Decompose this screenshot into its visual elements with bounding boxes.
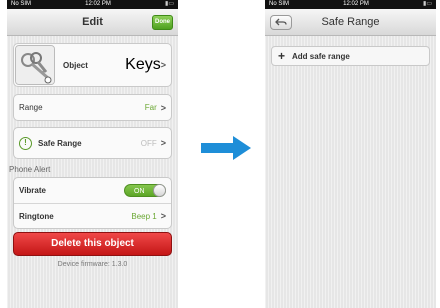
safe-range-value: OFF [140,138,157,148]
nav-bar: Edit Done [7,9,178,36]
page-title: Edit [82,16,103,28]
delete-object-button[interactable]: Delete this object [13,232,172,256]
add-safe-range-button[interactable]: + Add safe range [271,46,430,66]
page-title: Safe Range [321,16,380,28]
right-arrow-icon [201,136,251,160]
carrier-label: No SIM [269,1,290,7]
range-group: Range Far > [13,94,172,121]
object-row[interactable]: Object Keys > [13,43,172,87]
chevron-right-icon: > [160,60,166,70]
range-row[interactable]: Range Far > [14,95,171,120]
done-button[interactable]: Done [152,15,173,30]
edit-screen: No SIM 12:02 PM ▮▭ Edit Done Object Keys… [7,0,178,308]
range-label: Range [19,103,43,112]
object-value: Keys [125,56,161,73]
ringtone-value: Beep 1 [131,211,157,221]
safe-range-row[interactable]: ! Safe Range OFF > [14,128,171,158]
toggle-knob [153,184,166,197]
clock-label: 12:02 PM [85,1,111,7]
vibrate-label: Vibrate [19,186,46,195]
vibrate-toggle[interactable]: ON [124,184,166,197]
ringtone-row[interactable]: Ringtone Beep 1 > [14,203,171,228]
status-bar: No SIM 12:02 PM ▮▭ [265,0,436,9]
carrier-label: No SIM [11,1,32,7]
back-icon [275,18,287,26]
phone-alert-header: Phone Alert [9,165,51,174]
back-button[interactable] [270,15,292,30]
keys-thumbnail[interactable] [15,45,55,85]
chevron-right-icon: > [160,102,166,113]
safe-range-label: Safe Range [38,138,82,148]
add-safe-range-label: Add safe range [292,51,350,61]
chevron-right-icon: > [160,211,166,221]
vibrate-toggle-text: ON [134,188,145,195]
nav-bar: Safe Range [265,9,436,36]
range-value: Far [144,103,157,112]
plus-icon: + [278,49,286,63]
alert-icon: ! [19,136,32,150]
status-bar: No SIM 12:02 PM ▮▭ [7,0,178,9]
phone-alert-group: Vibrate ON Ringtone Beep 1 > [13,177,172,229]
vibrate-row: Vibrate ON [14,178,171,203]
safe-range-group: ! Safe Range OFF > [13,127,172,159]
battery-icon: ▮▭ [165,1,174,7]
object-label: Object [63,60,88,70]
safe-range-screen: No SIM 12:02 PM ▮▭ Safe Range + Add safe… [265,0,436,308]
chevron-right-icon: > [160,138,166,148]
clock-label: 12:02 PM [343,1,369,7]
battery-icon: ▮▭ [423,1,432,7]
firmware-label: Device firmware: 1.3.0 [57,261,128,268]
ringtone-label: Ringtone [19,211,54,221]
